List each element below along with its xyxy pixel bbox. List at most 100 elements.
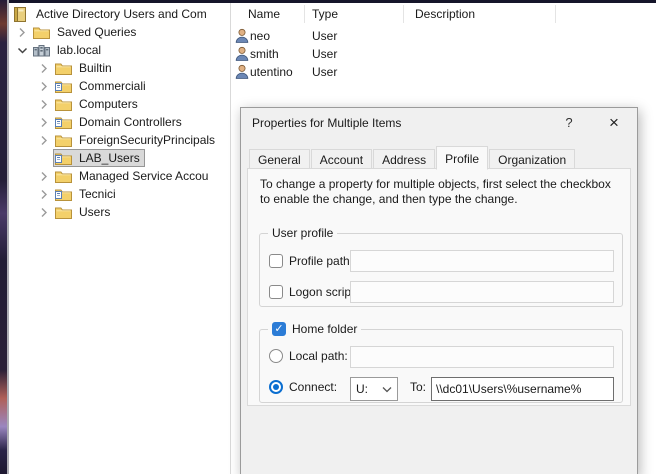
tab-general[interactable]: General xyxy=(249,149,310,169)
ou-folder-icon xyxy=(55,151,72,166)
user-profile-group-label: User profile xyxy=(268,226,337,240)
tree-item-label: ForeignSecurityPrincipals xyxy=(77,132,217,148)
user-icon xyxy=(235,28,249,43)
list-item-smith[interactable]: smith User xyxy=(231,45,656,63)
console-tree-pane: Active Directory Users and Com Saved Que… xyxy=(9,3,230,474)
tree-item-managed-service-accounts[interactable]: Managed Service Accou xyxy=(9,167,230,185)
column-header-type[interactable]: Type xyxy=(312,7,338,21)
desktop-background xyxy=(0,0,7,474)
user-icon xyxy=(235,64,249,79)
column-divider[interactable] xyxy=(555,5,556,23)
cell-type: User xyxy=(312,29,337,43)
tab-profile[interactable]: Profile xyxy=(436,146,488,170)
tree-item-label: Domain Controllers xyxy=(77,114,184,130)
profile-tab-page: To change a property for multiple object… xyxy=(247,168,631,406)
tree-item-label: Users xyxy=(77,204,112,220)
tree-item-computers[interactable]: Computers xyxy=(9,95,230,113)
ou-folder-icon xyxy=(55,79,72,94)
dialog-description: To change a property for multiple object… xyxy=(260,177,622,207)
home-folder-checkbox[interactable] xyxy=(272,322,286,336)
logon-script-label: Logon script: xyxy=(289,285,358,299)
tree-item-foreign-security-principals[interactable]: ForeignSecurityPrincipals xyxy=(9,131,230,149)
tree-item-label: Managed Service Accou xyxy=(77,168,210,184)
column-header-description[interactable]: Description xyxy=(415,7,475,21)
logon-script-checkbox[interactable] xyxy=(269,285,283,299)
drive-letter-value: U: xyxy=(356,382,368,396)
chevron-down-icon[interactable] xyxy=(16,44,29,57)
tree-item-label: Commerciali xyxy=(77,78,148,94)
ou-folder-icon xyxy=(55,115,72,130)
aduc-window: Active Directory Users and Com Saved Que… xyxy=(0,0,656,474)
list-header: Name Type Description xyxy=(231,3,656,25)
folder-icon xyxy=(55,61,72,76)
list-item-neo[interactable]: neo User xyxy=(231,27,656,45)
profile-path-checkbox[interactable] xyxy=(269,254,283,268)
drive-letter-select[interactable]: U: xyxy=(350,377,398,401)
connect-label: Connect: xyxy=(289,380,337,394)
local-path-radio[interactable] xyxy=(269,349,283,363)
console-icon xyxy=(12,7,29,22)
chevron-right-icon[interactable] xyxy=(38,206,51,219)
tree-item-lab-users[interactable]: LAB_Users xyxy=(9,149,230,167)
dialog-tabstrip: General Account Address Profile Organiza… xyxy=(249,145,576,169)
cell-type: User xyxy=(312,65,337,79)
user-profile-group: User profile Profile path: Logon script: xyxy=(259,233,623,307)
tree-item-label: Computers xyxy=(77,96,140,112)
folder-icon xyxy=(33,25,50,40)
chevron-right-icon[interactable] xyxy=(38,98,51,111)
tree-item-domain-controllers[interactable]: Domain Controllers xyxy=(9,113,230,131)
tab-address[interactable]: Address xyxy=(373,149,435,169)
chevron-right-icon[interactable] xyxy=(38,134,51,147)
profile-path-input[interactable] xyxy=(350,250,614,272)
tree-item-label: Tecnici xyxy=(77,186,118,202)
folder-icon xyxy=(55,133,72,148)
local-path-input[interactable] xyxy=(350,346,614,368)
cell-name: utentino xyxy=(250,65,293,79)
profile-path-label: Profile path: xyxy=(289,254,353,268)
domain-icon xyxy=(33,43,50,58)
tab-organization[interactable]: Organization xyxy=(489,149,575,169)
chevron-right-icon[interactable] xyxy=(38,116,51,129)
tree-item-saved-queries[interactable]: Saved Queries xyxy=(9,23,230,41)
column-divider[interactable] xyxy=(304,5,305,23)
home-folder-group-label: Home folder xyxy=(268,322,361,336)
help-button[interactable]: ? xyxy=(556,112,582,134)
folder-icon xyxy=(55,169,72,184)
user-icon xyxy=(235,46,249,61)
folder-icon xyxy=(55,205,72,220)
tree-item-lab-local[interactable]: lab.local xyxy=(9,41,230,59)
tree-item-label: Saved Queries xyxy=(55,24,138,40)
folder-icon xyxy=(55,97,72,112)
column-header-name[interactable]: Name xyxy=(248,7,280,21)
home-folder-group: Home folder Local path: Connect: U: To: xyxy=(259,329,623,403)
chevron-right-icon[interactable] xyxy=(38,170,51,183)
tree-item-active-directory-root[interactable]: Active Directory Users and Com xyxy=(9,5,230,23)
tree-item-commerciali[interactable]: Commerciali xyxy=(9,77,230,95)
tab-account[interactable]: Account xyxy=(311,149,372,169)
column-divider[interactable] xyxy=(403,5,404,23)
chevron-right-icon[interactable] xyxy=(38,80,51,93)
connect-path-input[interactable] xyxy=(431,377,614,401)
cell-type: User xyxy=(312,47,337,61)
dialog-titlebar[interactable]: Properties for Multiple Items ? × xyxy=(241,108,637,138)
tree-item-label: lab.local xyxy=(55,42,103,58)
cell-name: smith xyxy=(250,47,279,61)
connect-to-label: To: xyxy=(410,380,426,394)
chevron-spacer xyxy=(38,152,51,165)
chevron-down-icon xyxy=(382,386,392,393)
cell-name: neo xyxy=(250,29,270,43)
chevron-right-icon[interactable] xyxy=(16,26,29,39)
connect-radio[interactable] xyxy=(269,380,283,394)
list-item-utentino[interactable]: utentino User xyxy=(231,63,656,81)
tree-item-builtin[interactable]: Builtin xyxy=(9,59,230,77)
ou-folder-icon xyxy=(55,187,72,202)
chevron-right-icon[interactable] xyxy=(38,188,51,201)
chevron-right-icon[interactable] xyxy=(38,62,51,75)
tree-item-users[interactable]: Users xyxy=(9,203,230,221)
logon-script-input[interactable] xyxy=(350,281,614,303)
local-path-label: Local path: xyxy=(289,349,348,363)
close-icon[interactable]: × xyxy=(599,110,629,135)
tree-item-tecnici[interactable]: Tecnici xyxy=(9,185,230,203)
tree-item-label: Builtin xyxy=(77,60,114,76)
dialog-title: Properties for Multiple Items xyxy=(252,116,401,130)
